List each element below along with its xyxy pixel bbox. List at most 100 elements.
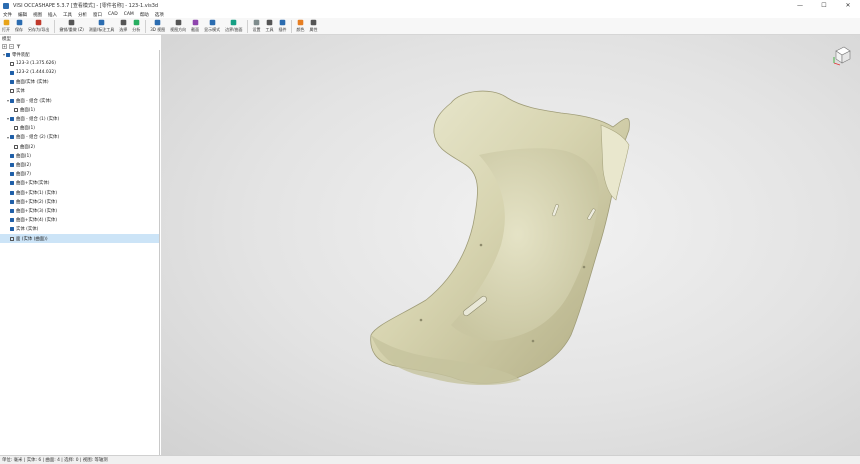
menu-item[interactable]: 插入 — [48, 12, 57, 18]
tree-item[interactable]: 曲面+实体(实体) — [0, 179, 159, 188]
tree-item[interactable]: 曲面(2) — [0, 160, 159, 169]
visibility-checkbox[interactable] — [10, 70, 14, 75]
view-cube-icon[interactable] — [833, 46, 851, 66]
toolbar-button[interactable]: 工具 — [265, 18, 273, 33]
tree-item[interactable]: 123-3 (1.375.626) — [0, 59, 159, 68]
toolbar-button-label: 截面 — [191, 27, 200, 32]
toolbar-button[interactable]: 视图方向 — [170, 18, 186, 33]
menu-item[interactable]: 窗口 — [93, 12, 102, 18]
toolbar-button[interactable]: 设置 — [252, 18, 260, 33]
visibility-checkbox[interactable] — [10, 162, 14, 167]
visibility-checkbox[interactable] — [10, 89, 14, 94]
surface-icon — [230, 19, 237, 26]
visibility-checkbox[interactable] — [10, 236, 14, 241]
visibility-checkbox[interactable] — [10, 172, 14, 177]
tree-item[interactable]: 曲面+实体(2) (实体) — [0, 197, 159, 206]
visibility-checkbox[interactable] — [10, 208, 14, 213]
menu-item[interactable]: CAM — [124, 12, 134, 17]
tree-item[interactable]: 曲面+实体(1) (实体) — [0, 188, 159, 197]
menu-item[interactable]: 选项 — [155, 12, 164, 18]
visibility-checkbox[interactable] — [10, 135, 14, 140]
tree-item[interactable]: ▾ 曲面 - 组合 (实体) — [0, 96, 159, 105]
toolbar-separator — [54, 20, 56, 33]
toolbar-button[interactable]: 3D 视图 — [150, 18, 165, 33]
visibility-checkbox[interactable] — [10, 218, 14, 223]
toolbar-separator — [247, 20, 249, 33]
export-icon — [35, 19, 42, 26]
close-button[interactable]: ✕ — [836, 0, 860, 11]
tree-item[interactable]: 曲面+实体(4) (实体) — [0, 216, 159, 225]
visibility-checkbox[interactable] — [10, 98, 14, 103]
visibility-checkbox[interactable] — [10, 80, 14, 85]
toolbar-button[interactable]: 属性 — [309, 18, 317, 33]
title-bar: VISI OCCASHAPE 5.3.7 [查看模式] - [零件名称] - 1… — [0, 0, 860, 11]
menu-item[interactable]: 帮助 — [140, 12, 149, 18]
undo-icon — [68, 19, 75, 26]
toolbar-button-label: 选择 — [119, 27, 128, 32]
visibility-checkbox[interactable] — [10, 153, 14, 158]
menu-item[interactable]: 文件 — [3, 12, 12, 18]
tree-item[interactable]: 曲面+实体(3) (实体) — [0, 206, 159, 215]
toolbar-button[interactable]: 测量/标注工具 — [89, 18, 114, 33]
collapse-all-icon[interactable] — [9, 44, 14, 49]
tree-item[interactable]: 实体 — [0, 87, 159, 96]
cad-part[interactable] — [370, 90, 630, 386]
visibility-checkbox[interactable] — [10, 227, 14, 232]
menu-item[interactable]: 编辑 — [18, 12, 27, 18]
visibility-checkbox[interactable] — [14, 144, 18, 149]
toolbar-button[interactable]: 截面 — [191, 18, 199, 33]
tree-item[interactable]: 123-2 (1.444.032) — [0, 68, 159, 77]
tree-item[interactable]: 实体 (实体) — [0, 225, 159, 234]
toolbar-button[interactable]: 边界/曲面 — [225, 18, 242, 33]
analyze-icon — [133, 19, 140, 26]
maximize-button[interactable]: ☐ — [812, 0, 836, 11]
toolbar-button[interactable]: 插件 — [278, 18, 286, 33]
tree-item[interactable]: 曲面/实体 (实体) — [0, 78, 159, 87]
model-panel-header: 模型 — [0, 35, 160, 43]
tree-item[interactable]: 曲面(2) — [0, 142, 159, 151]
tree-item[interactable]: 曲面(1) — [0, 151, 159, 160]
toolbar-button[interactable]: 分析 — [132, 18, 140, 33]
tree-item[interactable]: ▾ 曲面 - 组合 (2) (实体) — [0, 133, 159, 142]
visibility-checkbox[interactable] — [10, 61, 14, 66]
menu-item[interactable]: 视图 — [33, 12, 42, 18]
tree-item[interactable]: 面 (实体 (曲面)) — [0, 234, 159, 243]
menu-item[interactable]: 工具 — [63, 12, 72, 18]
window-title: VISI OCCASHAPE 5.3.7 [查看模式] - [零件名称] - 1… — [13, 3, 159, 9]
tree-item[interactable]: 曲面(1) — [0, 124, 159, 133]
menu-item[interactable]: CAD — [108, 12, 118, 17]
toolbar-button[interactable]: 保存 — [15, 18, 23, 33]
application-window: VISI OCCASHAPE 5.3.7 [查看模式] - [零件名称] - 1… — [0, 0, 860, 464]
toolbar-button[interactable]: 撤销/重做 (Z) — [59, 18, 84, 33]
properties-icon — [310, 19, 317, 26]
visibility-checkbox[interactable] — [10, 181, 14, 186]
tool-icon — [266, 19, 273, 26]
viewport-canvas[interactable] — [161, 35, 860, 455]
expand-all-icon[interactable] — [2, 44, 7, 49]
visibility-checkbox[interactable] — [14, 126, 18, 131]
filter-icon[interactable] — [16, 44, 21, 49]
view-icon — [175, 19, 182, 26]
tree-item[interactable]: 曲面(1) — [0, 105, 159, 114]
tree-item[interactable]: ▾ 曲面 - 组合 (1) (实体) — [0, 114, 159, 123]
menu-item[interactable]: 分析 — [78, 12, 87, 18]
toolbar-button[interactable]: 显示模式 — [204, 18, 220, 33]
visibility-checkbox[interactable] — [10, 199, 14, 204]
visibility-checkbox[interactable] — [6, 52, 10, 57]
main-toolbar: 打开 保存 另存为/导出 撤销/重做 (Z) 测量/标注工具 选择 分析 3D 视图 视图方向截… — [0, 18, 860, 35]
toolbar-button[interactable]: 打开 — [2, 18, 10, 33]
toolbar-button[interactable]: 颜色 — [296, 18, 304, 33]
toolbar-separator — [291, 20, 293, 33]
visibility-checkbox[interactable] — [10, 116, 14, 121]
toolbar-button-label: 边界/曲面 — [225, 27, 243, 32]
minimize-button[interactable]: — — [788, 0, 812, 11]
toolbar-button[interactable]: 另存为/导出 — [28, 18, 49, 33]
visibility-checkbox[interactable] — [10, 190, 14, 195]
tree-item[interactable]: ▾ 零件装配 — [0, 50, 159, 59]
3d-viewport[interactable] — [161, 35, 860, 455]
toolbar-button[interactable]: 选择 — [119, 18, 127, 33]
visibility-checkbox[interactable] — [14, 107, 18, 112]
tree-item[interactable]: 曲面(7) — [0, 170, 159, 179]
toolbar-button-label: 插件 — [278, 27, 287, 32]
select-icon — [120, 19, 127, 26]
